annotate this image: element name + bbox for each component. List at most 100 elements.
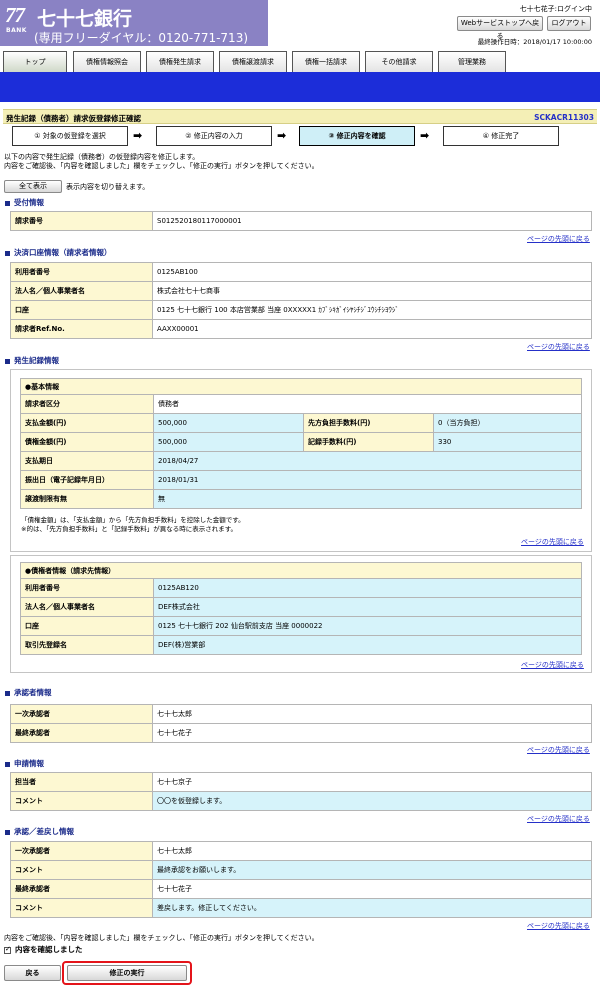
record-fee-label: 記録手数料(円) [303,432,434,452]
confirm-checkbox[interactable] [4,945,11,954]
final-approver-value: 七十七花子 [152,879,592,899]
section-square-icon [5,358,10,364]
table-row: ●債権者情報（請求先情報） [20,562,582,579]
table-row: ●基本情報 [20,378,582,395]
comment-label: コメント [10,791,153,811]
tab-credit-transfer[interactable]: 債権譲渡請求 [219,51,287,72]
tab-credit-inquiry[interactable]: 債権情報照会 [73,51,141,72]
table-row: 債権金額(円) 500,000 記録手数料(円) 330 [20,432,582,452]
tab-top[interactable]: トップ [3,51,67,72]
bank-name: 七十七銀行 [37,8,133,30]
table-row: コメント 〇〇を仮登録します。 [10,791,592,811]
reception-table: 請求番号 S012520180117000001 [10,211,592,231]
credit-amount-label: 債権金額(円) [20,432,154,452]
show-all-button[interactable]: 全て表示 [4,180,62,193]
final-approver-label: 最終承認者 [10,723,153,743]
application-table: 担当者 七十七京子 コメント 〇〇を仮登録します。 [10,772,592,811]
logo-number: 77 [5,3,25,27]
table-row: 法人名／個人事業者名 DEF株式会社 [20,597,582,617]
screen-code: SCKACR11303 [534,113,594,122]
transfer-restriction-value: 無 [153,489,582,509]
table-row: 最終承認者 七十七花子 [10,723,592,743]
requester-type-label: 請求者区分 [20,394,154,414]
creditor-name-value: DEF株式会社 [153,597,582,617]
table-row: 請求番号 S012520180117000001 [10,211,592,231]
back-button[interactable]: 戻る [4,965,61,981]
table-row: 担当者 七十七京子 [10,772,592,792]
confirm-checkbox-row[interactable]: 内容を確認しました [4,944,83,955]
footer-instruction: 内容をご確認後、「内容を確認しました」欄をチェックし、「修正の実行」ボタンを押し… [4,934,319,942]
section-approval-return-title: 承認／差戻し情報 [5,826,74,837]
ref-no-value: AAXX00001 [152,319,592,339]
page-top-link[interactable]: ページの先頭に戻る [527,342,590,352]
step-4: ④ 修正完了 [443,126,559,146]
step-arrow-icon: ➡ [420,129,430,142]
step-2: ② 修正内容の入力 [156,126,272,146]
table-row: 譲渡制限有無 無 [20,489,582,509]
table-row: 支払期日 2018/04/27 [20,451,582,471]
show-all-description: 表示内容を切り替えます。 [66,183,150,191]
table-row: 利用者番号 0125AB100 [10,262,592,282]
basic-info-header: ●基本情報 [20,378,582,395]
table-row: 支払金額(円) 500,000 先方負担手数料(円) 0（当方負担） [20,413,582,433]
credit-amount-value: 500,000 [153,432,304,452]
section-square-icon [5,250,10,256]
issue-date-value: 2018/01/31 [153,470,582,490]
first-approver-value: 七十七太郎 [152,841,592,861]
requester-type-value: 債務者 [153,394,582,414]
ref-no-label: 請求者Ref.No. [10,319,153,339]
request-number-label: 請求番号 [10,211,153,231]
section-application-title: 申請情報 [5,758,44,769]
comment-value: 差戻します。修正してください。 [152,898,592,918]
approval-return-table: 一次承認者 七十七太郎 コメント 最終承認をお願いします。 最終承認者 七十七花… [10,841,592,918]
company-name-value: 株式会社七十七商事 [152,281,592,301]
table-row: 一次承認者 七十七太郎 [10,704,592,724]
page-top-link[interactable]: ページの先頭に戻る [527,234,590,244]
sub-menu-bar [0,72,600,102]
account-label: 口座 [10,300,153,320]
section-approver-title: 承認者情報 [5,687,52,698]
settlement-table: 利用者番号 0125AB100 法人名／個人事業者名 株式会社七十七商事 口座 … [10,262,592,339]
section-title-text: 承認／差戻し情報 [14,827,74,836]
header: 77 BANK 七十七銀行 (専用フリーダイヤル：0120-771-713) 七… [0,0,600,48]
section-issuance-title: 発生記録情報 [5,355,59,366]
creditor-info-header: ●債権者情報（請求先情報） [20,562,582,579]
tab-other-request[interactable]: その他請求 [365,51,433,72]
table-row: 利用者番号 0125AB120 [20,578,582,598]
table-row: 請求者区分 債務者 [20,394,582,414]
table-row: 口座 0125 七十七銀行 100 本店営業部 当座 0XXXXX1 ｶﾌﾞｼｷ… [10,300,592,320]
page-top-link[interactable]: ページの先頭に戻る [527,745,590,755]
step-arrow-icon: ➡ [133,129,143,142]
step-1: ① 対象の仮登録を選択 [12,126,128,146]
approver-table: 一次承認者 七十七太郎 最終承認者 七十七花子 [10,704,592,743]
free-dial: (専用フリーダイヤル：0120-771-713) [34,31,249,45]
page-top-link[interactable]: ページの先頭に戻る [527,921,590,931]
main-nav: トップ 債権情報照会 債権発生請求 債権譲渡請求 債権一括請求 その他請求 管理… [0,50,600,72]
payment-amount-value: 500,000 [153,413,304,433]
final-approver-label: 最終承認者 [10,879,153,899]
page-top-link[interactable]: ページの先頭に戻る [521,660,584,670]
page-top-link[interactable]: ページの先頭に戻る [521,537,584,547]
creditor-user-number-value: 0125AB120 [153,578,582,598]
due-date-label: 支払期日 [20,451,154,471]
user-number-value: 0125AB100 [152,262,592,282]
tab-admin[interactable]: 管理業務 [438,51,506,72]
issue-date-label: 振出日（電子記録年月日） [20,470,154,490]
logout-button[interactable]: ログアウト [547,16,591,31]
section-square-icon [5,829,10,835]
first-approver-label: 一次承認者 [10,841,153,861]
bank-logo: 77 BANK 七十七銀行 (専用フリーダイヤル：0120-771-713) [0,0,268,46]
step-arrow-icon: ➡ [277,129,287,142]
company-name-label: 法人名／個人事業者名 [10,281,153,301]
table-row: コメント 最終承認をお願いします。 [10,860,592,880]
execute-modification-button[interactable]: 修正の実行 [67,965,187,981]
tab-credit-issuance[interactable]: 債権発生請求 [146,51,214,72]
table-row: 請求者Ref.No. AAXX00001 [10,319,592,339]
tab-bulk-request[interactable]: 債権一括請求 [292,51,360,72]
creditor-table: ●債権者情報（請求先情報） 利用者番号 0125AB120 法人名／個人事業者名… [20,562,582,655]
page-title: 発生記録（債務者）請求仮登録修正確認 [6,114,141,123]
table-row: コメント 差戻します。修正してください。 [10,898,592,918]
step-3-current: ③ 修正内容を確認 [299,126,415,146]
web-service-top-button[interactable]: Webサービストップへ戻る [457,16,543,40]
page-top-link[interactable]: ページの先頭に戻る [527,814,590,824]
